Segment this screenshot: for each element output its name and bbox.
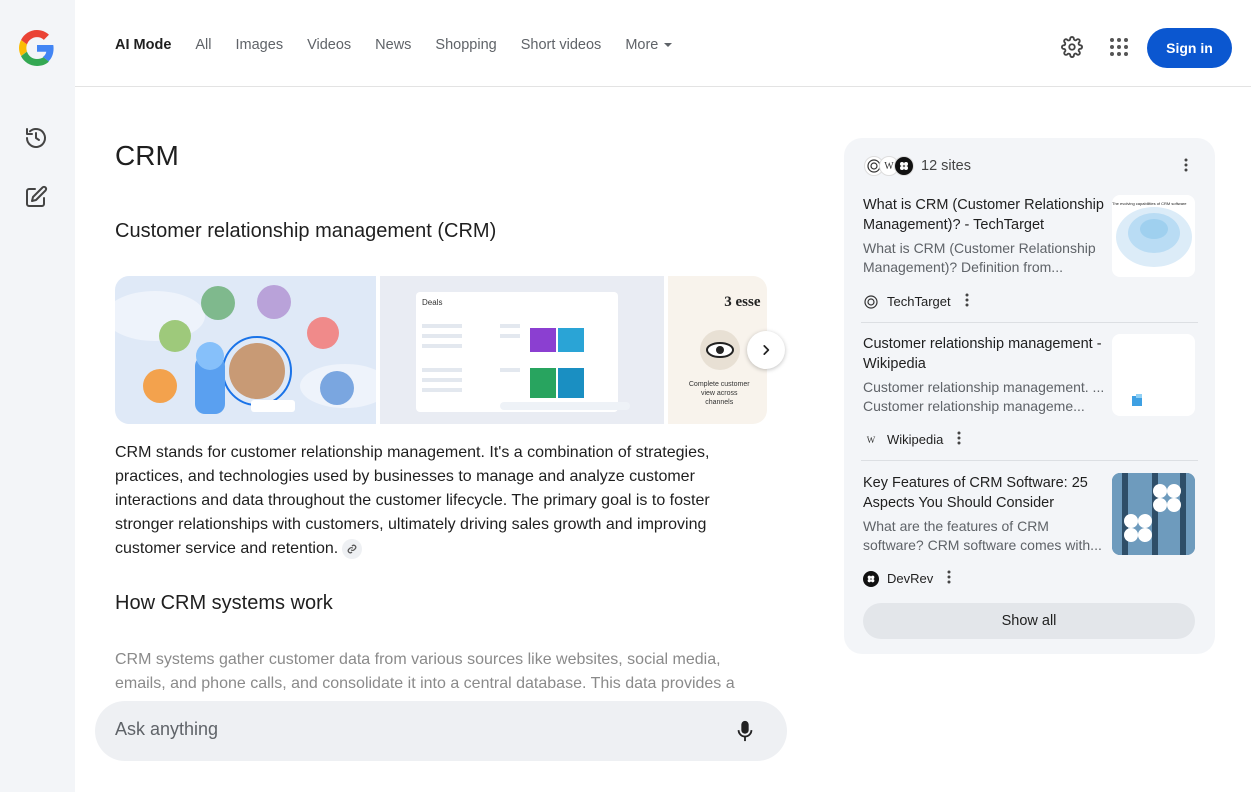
source-snippet: What are the features of CRM software? C…	[863, 518, 1102, 553]
link-icon	[347, 544, 357, 554]
tab-all[interactable]: All	[195, 37, 211, 53]
show-all-button[interactable]: Show all	[863, 603, 1195, 639]
site-name: DevRev	[887, 571, 934, 586]
techtarget-favicon-icon	[863, 294, 879, 310]
gallery-image-people[interactable]	[115, 276, 376, 424]
source-title[interactable]: Key Features of CRM Software: 25 Aspects…	[863, 473, 1107, 513]
source-title[interactable]: Customer relationship management - Wikip…	[863, 334, 1107, 374]
source-site[interactable]: DevRev	[863, 570, 951, 587]
more-options-icon[interactable]	[965, 293, 969, 310]
sites-count: 12 sites	[921, 158, 971, 174]
left-rail	[0, 0, 75, 792]
divider	[861, 322, 1198, 323]
tab-news[interactable]: News	[375, 37, 411, 53]
sources-panel: W 12 sites What is CRM (Customer Relatio…	[844, 138, 1215, 654]
essentials-caption: Complete customer view across channels	[688, 381, 750, 406]
more-options-icon[interactable]	[947, 570, 951, 587]
query-title: CRM	[115, 140, 179, 171]
tab-label: Images	[235, 37, 284, 53]
settings-gear-icon[interactable]	[1059, 34, 1085, 60]
history-icon[interactable]	[20, 122, 52, 154]
google-logo-icon[interactable]	[19, 30, 55, 66]
tab-label: All	[195, 37, 212, 53]
sign-in-button[interactable]: Sign in	[1147, 28, 1232, 68]
app: AI Mode All Images Videos News Shopping …	[0, 0, 1251, 792]
source-thumbnail[interactable]	[1112, 334, 1195, 416]
tab-label: News	[375, 37, 412, 53]
tab-more[interactable]: More	[625, 37, 673, 53]
caret-down-icon	[664, 43, 673, 47]
search-tabs: AI Mode All Images Videos News Shopping …	[115, 37, 696, 53]
tab-images[interactable]: Images	[236, 37, 284, 53]
source-site[interactable]: TechTarget	[863, 293, 969, 310]
source-card-wikipedia[interactable]: Customer relationship management - Wikip…	[863, 334, 1196, 454]
source-card-techtarget[interactable]: What is CRM (Customer Relationship Manag…	[863, 195, 1196, 315]
site-name: Wikipedia	[887, 432, 944, 447]
image-gallery: Deals 3 esse Complete customer view acro…	[115, 276, 767, 424]
paragraph-text: CRM stands for customer relationship man…	[115, 444, 710, 557]
more-options-icon[interactable]	[957, 431, 961, 448]
source-title[interactable]: What is CRM (Customer Relationship Manag…	[863, 195, 1107, 235]
gallery-image-deals[interactable]: Deals	[379, 276, 665, 424]
deals-heading: Deals	[422, 298, 442, 307]
gallery-next-button[interactable]	[747, 331, 785, 369]
source-site[interactable]: W Wikipedia	[863, 431, 961, 448]
ask-bar	[95, 701, 787, 761]
site-name: TechTarget	[887, 294, 951, 309]
sources-more-options-icon[interactable]	[1178, 157, 1194, 173]
devrev-favicon-icon	[863, 570, 879, 587]
essentials-heading: 3 esse	[724, 294, 761, 310]
section-heading-crm: Customer relationship management (CRM)	[115, 220, 497, 242]
sources-header: W 12 sites	[864, 156, 971, 176]
paragraph-crm-definition: CRM stands for customer relationship man…	[115, 441, 745, 561]
divider	[861, 460, 1198, 461]
header: AI Mode All Images Videos News Shopping …	[75, 0, 1251, 87]
tab-short-videos[interactable]: Short videos	[521, 37, 602, 53]
apps-grid-icon[interactable]	[1106, 34, 1132, 60]
source-card-devrev[interactable]: Key Features of CRM Software: 25 Aspects…	[863, 473, 1196, 593]
tab-videos[interactable]: Videos	[307, 37, 351, 53]
source-thumbnail[interactable]	[1112, 473, 1195, 555]
paragraph-how-crm-works: CRM systems gather customer data from va…	[115, 651, 735, 692]
mic-icon[interactable]	[733, 719, 757, 743]
tab-label: Videos	[307, 37, 352, 53]
source-snippet: Customer relationship management. ... Cu…	[863, 379, 1105, 414]
source-thumbnail[interactable]: The evolving capabilities of CRM softwar…	[1112, 195, 1195, 277]
source-link-chip[interactable]	[342, 538, 363, 559]
tab-shopping[interactable]: Shopping	[435, 37, 496, 53]
tab-label: Short videos	[520, 37, 602, 53]
devrev-favicon-icon	[894, 156, 914, 176]
tab-label: More	[625, 37, 659, 53]
wikipedia-favicon-icon: W	[866, 434, 876, 445]
source-snippet: What is CRM (Customer Relationship Manag…	[863, 240, 1096, 275]
tab-label: Shopping	[435, 37, 497, 53]
tab-ai-mode[interactable]: AI Mode	[115, 37, 171, 53]
ask-input[interactable]	[115, 719, 695, 740]
new-chat-edit-icon[interactable]	[20, 181, 52, 213]
tab-label: AI Mode	[115, 37, 172, 53]
chevron-right-icon	[763, 345, 770, 355]
section-heading-how-crm-works: How CRM systems work	[115, 592, 333, 614]
